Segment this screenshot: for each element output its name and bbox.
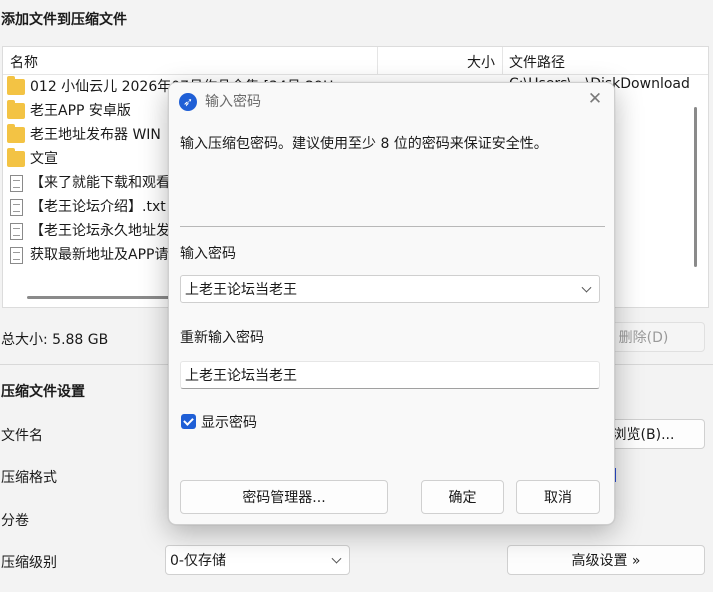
horizontal-scrollbar[interactable]: [27, 296, 187, 299]
advanced-settings-button[interactable]: 高级设置 »: [507, 545, 705, 575]
folder-icon: [7, 148, 25, 167]
column-separator[interactable]: [377, 47, 378, 75]
compression-level-select[interactable]: 0-仅存储: [165, 545, 350, 575]
vertical-scrollbar[interactable]: [694, 107, 697, 267]
column-header-path[interactable]: 文件路径: [509, 52, 565, 72]
file-list-header: 名称 大小 文件路径: [3, 47, 708, 75]
dialog-divider: [180, 226, 605, 227]
file-name: 【老王论坛介绍】.txt: [30, 199, 166, 215]
document-icon: [10, 223, 23, 240]
folder-icon: [7, 124, 25, 143]
column-header-name[interactable]: 名称: [10, 52, 38, 72]
password-combobox[interactable]: 上老王论坛当老王: [180, 275, 600, 303]
password-label: 输入密码: [180, 246, 236, 262]
level-label: 压缩级别: [1, 555, 57, 571]
folder-icon: [7, 100, 25, 119]
file-name: 【老王论坛永久地址发: [30, 223, 170, 239]
column-header-size[interactable]: 大小: [467, 52, 495, 72]
filename-label: 文件名: [1, 428, 43, 444]
file-name: 获取最新地址及APP请: [30, 247, 169, 263]
show-password-checkbox[interactable]: [181, 414, 196, 429]
file-name: 老王地址发布器 WIN: [30, 127, 161, 143]
close-icon[interactable]: ✕: [585, 89, 605, 109]
confirm-password-value: 上老王论坛当老王: [185, 368, 297, 384]
chevron-down-icon[interactable]: [581, 282, 592, 293]
window-title: 添加文件到压缩文件: [1, 12, 127, 28]
file-name: 【来了就能下载和观看: [30, 175, 170, 191]
total-size: 总大小: 5.88 GB: [1, 332, 109, 348]
file-name: 老王APP 安卓版: [30, 103, 131, 119]
document-icon: [10, 175, 23, 192]
format-label: 压缩格式: [1, 470, 57, 486]
password-dialog: ➶ 输入密码 ✕ 输入压缩包密码。建议使用至少 8 位的密码来保证安全性。 输入…: [168, 82, 615, 525]
app-logo-icon: ➶: [179, 93, 197, 111]
confirm-password-input[interactable]: 上老王论坛当老王: [180, 361, 600, 389]
file-name: 文宣: [30, 151, 58, 167]
ok-button[interactable]: 确定: [421, 480, 504, 514]
password-manager-button[interactable]: 密码管理器...: [180, 480, 388, 514]
split-label: 分卷: [1, 513, 29, 529]
dialog-title: 输入密码: [205, 94, 261, 110]
document-icon: [10, 199, 23, 216]
dialog-description: 输入压缩包密码。建议使用至少 8 位的密码来保证安全性。: [180, 136, 548, 152]
confirm-password-label: 重新输入密码: [180, 330, 264, 346]
document-icon: [10, 247, 23, 264]
password-value: 上老王论坛当老王: [185, 282, 297, 298]
folder-icon: [7, 76, 25, 95]
cancel-button[interactable]: 取消: [516, 480, 600, 514]
section-title: 压缩文件设置: [1, 384, 85, 400]
column-separator[interactable]: [502, 47, 503, 75]
chevron-down-icon: [331, 553, 342, 564]
compression-level-value: 0-仅存储: [170, 553, 226, 569]
show-password-label[interactable]: 显示密码: [201, 412, 257, 432]
